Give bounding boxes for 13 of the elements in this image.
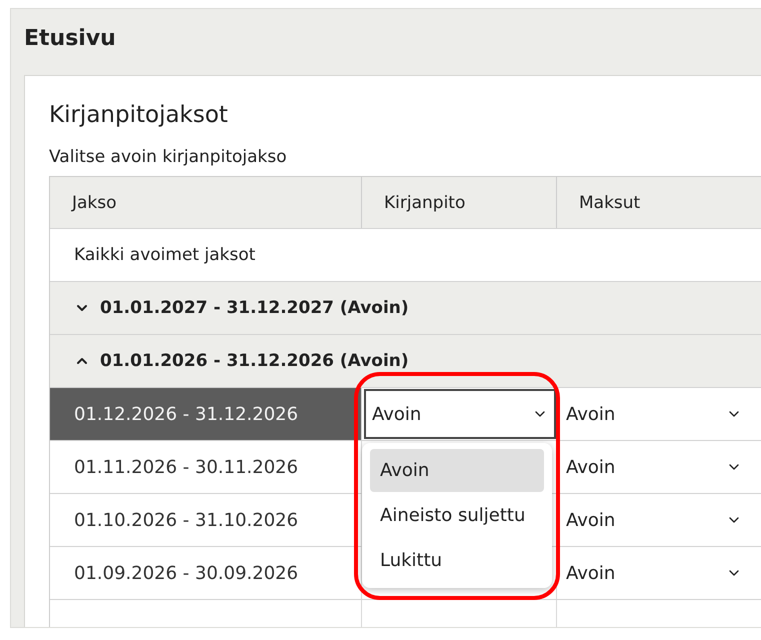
column-header: Maksut [557, 176, 761, 228]
page-title: Etusivu [23, 25, 117, 53]
period-cell[interactable]: 01.12.2026 - 31.12.2026 [50, 388, 362, 440]
column-header: Kirjanpito [362, 176, 557, 228]
column-header: Jakso [50, 176, 362, 228]
dropdown-option[interactable]: Lukittu [370, 539, 544, 582]
panel-subtitle: Valitse avoin kirjanpitojakso [49, 146, 288, 168]
dropdown-option[interactable]: Avoin [370, 449, 544, 492]
year-group-header[interactable]: 01.01.2027 - 31.12.2027 (Avoin) [50, 282, 761, 335]
status-select[interactable]: Avoin [364, 389, 556, 439]
panel-title: Kirjanpitojaksot [49, 101, 229, 130]
dropdown-option[interactable]: Aineisto suljettu [370, 494, 544, 537]
year-group-header[interactable]: 01.01.2026 - 31.12.2026 (Avoin) [50, 335, 761, 388]
